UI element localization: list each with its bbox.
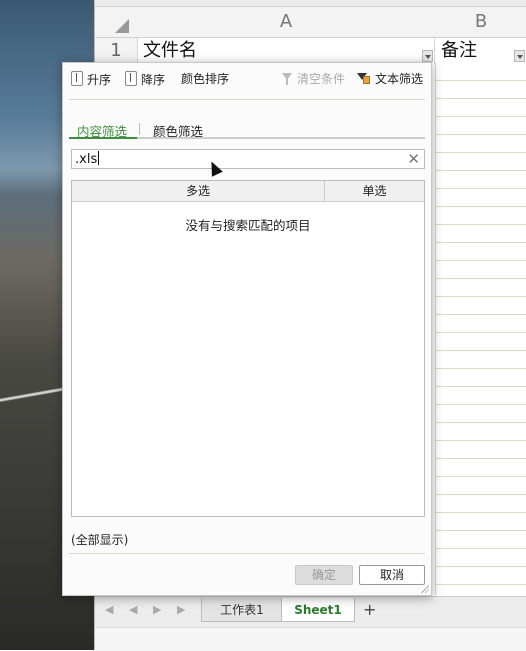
text-caret (98, 151, 100, 165)
select-all-corner[interactable] (95, 7, 138, 38)
sort-ascending-button[interactable]: 升序 (71, 71, 111, 88)
sort-descending-label: 降序 (141, 73, 166, 87)
prev-sheet-icon[interactable]: ◀ (129, 603, 137, 616)
filter-value-list[interactable]: 多选 单选 没有与搜索匹配的项目 (71, 180, 425, 517)
sheet-tab-2[interactable]: Sheet1 (281, 598, 355, 622)
cell-b1[interactable]: 备注 (435, 38, 526, 64)
text-filter-label: 文本筛选 (375, 72, 424, 86)
sort-ascending-label: 升序 (87, 73, 112, 87)
color-sort-button[interactable]: 颜色排序 (181, 71, 229, 87)
column-header-b[interactable]: B (435, 7, 526, 38)
toolbar-divider (69, 99, 425, 100)
next-sheet-icon[interactable]: ▶ (153, 603, 161, 616)
filter-dropdown-a-icon[interactable] (422, 50, 433, 62)
search-input[interactable]: .xls ✕ (71, 149, 425, 169)
tab-divider (139, 123, 140, 135)
clear-search-icon[interactable]: ✕ (407, 150, 420, 168)
clear-filter-icon (281, 73, 293, 85)
show-all-label: (全部显示) (71, 533, 129, 547)
sort-descending-icon (125, 71, 137, 86)
cancel-button[interactable]: 取消 (359, 565, 425, 585)
filter-dropdown-b-icon[interactable] (514, 50, 525, 62)
first-sheet-icon[interactable]: ◀ (105, 603, 113, 616)
search-input-value: .xls (75, 151, 100, 168)
text-filter-icon (357, 73, 371, 85)
ok-button[interactable]: 确定 (295, 565, 353, 585)
cell-a1[interactable]: 文件名 (137, 38, 435, 64)
multi-select-header[interactable]: 多选 (72, 181, 324, 201)
text-filter-button[interactable]: 文本筛选 (357, 71, 423, 87)
horizontal-scrollbar[interactable] (95, 627, 526, 651)
resize-handle-icon[interactable] (420, 584, 429, 593)
sort-descending-button[interactable]: 降序 (125, 71, 165, 88)
list-header: 多选 单选 (72, 181, 424, 202)
column-header-a[interactable]: A (137, 7, 436, 38)
single-select-header[interactable]: 单选 (325, 181, 424, 201)
last-sheet-icon[interactable]: ▶ (177, 603, 185, 616)
active-tab-indicator (69, 137, 137, 139)
filter-panel: 升序 降序 颜色排序 清空条件 文本筛选 内容筛选 颜色筛选 .xls ✕ 多选… (62, 62, 432, 596)
no-results-message: 没有与搜索匹配的项目 (185, 218, 311, 233)
footer-divider (69, 553, 425, 554)
sort-ascending-icon (71, 71, 83, 86)
search-text: .xls (75, 152, 98, 167)
row-header-1[interactable]: 1 (95, 38, 138, 64)
sheet-tab-1[interactable]: 工作表1 (201, 598, 283, 622)
clear-conditions-button[interactable]: 清空条件 (281, 71, 345, 87)
window-top-bar (95, 0, 526, 7)
select-all-icon (115, 19, 129, 33)
cell-grid (435, 63, 526, 595)
clear-conditions-label: 清空条件 (297, 72, 346, 86)
add-sheet-button[interactable]: + (363, 600, 376, 619)
